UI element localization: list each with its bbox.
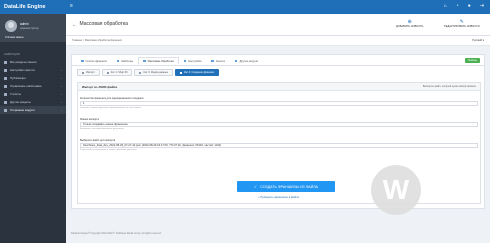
- tab-franchise-list[interactable]: Список франшиз: [76, 57, 112, 65]
- chevron-right-icon: ›: [61, 108, 62, 112]
- sidebar-item-modules[interactable]: Сторонние модули ›: [0, 106, 66, 114]
- batch-size-input[interactable]: 1: [80, 101, 478, 106]
- gear-icon: [183, 59, 187, 63]
- create-franchises-button[interactable]: ✓ СОЗДАТЬ ФРАНШИЗЫ ИЗ ФАЙЛА: [237, 181, 335, 192]
- nav-header: НАВИГАЦИЯ: [4, 53, 20, 56]
- import-file-select[interactable]: franchises_data_dev_2022-08-29_07-27-42.…: [80, 143, 478, 148]
- import-mode-field: Режим импорта Только создавать новые фра…: [80, 118, 478, 130]
- page-header: ← Массовая обработка ⊕ ДОБАВИТЬ НОВОСТЬ ✎ Р…: [66, 14, 490, 36]
- chevron-right-icon: ›: [61, 100, 62, 104]
- grid-icon: [4, 60, 7, 64]
- import-icon: [82, 71, 84, 74]
- sidebar: DataLife Engine admin Администратор Учёт…: [0, 0, 66, 243]
- chart-icon: [211, 59, 214, 63]
- import-file-hint: Файл должен находиться в папке с файлами…: [80, 149, 137, 151]
- template-icon: [4, 84, 7, 88]
- gear-icon: [4, 68, 7, 72]
- brand-logo[interactable]: DataLife Engine: [0, 0, 66, 14]
- home-icon[interactable]: ⌂: [444, 3, 447, 9]
- user-role: Администратор: [20, 27, 39, 30]
- import-file-field: Выберите файл для импорта franchises_dat…: [80, 139, 478, 151]
- puzzle-icon: [4, 108, 7, 112]
- sidebar-item-other[interactable]: Другие разделы ›: [0, 98, 66, 106]
- gears-icon: [143, 59, 146, 63]
- panel-title: Импорт из JSON файла Выберите файл, кото…: [78, 83, 480, 91]
- chevron-right-icon: ›: [61, 76, 62, 80]
- chevron-right-icon: ›: [61, 92, 62, 96]
- tab-analysis[interactable]: Анализ: [206, 57, 230, 65]
- check-icon: ✓: [253, 184, 258, 189]
- template-icon: [116, 59, 120, 63]
- language-select[interactable]: Русский ▾: [472, 39, 484, 42]
- chevron-right-icon: ›: [61, 84, 62, 88]
- import-mode-label: Режим импорта: [80, 118, 99, 121]
- wrench-icon: [4, 92, 7, 96]
- tab-settings[interactable]: Настройки: [179, 57, 207, 65]
- user-box: admin Администратор Учётная запись: [0, 14, 66, 42]
- folder-icon: [4, 100, 7, 104]
- page-title: ← Массовая обработка: [72, 21, 128, 27]
- subtab-import[interactable]: Импорт: [77, 69, 100, 76]
- step-icon: [139, 71, 142, 74]
- sidebar-item-settings[interactable]: Настройки скрипта ›: [0, 66, 66, 74]
- batch-size-label: Количество франшиз для одновременного со…: [80, 97, 144, 100]
- tab-other-modules[interactable]: Другие модули: [230, 57, 263, 65]
- step-icon: [106, 71, 109, 74]
- document-icon: [4, 76, 7, 80]
- sub-tabs: Импорт Кат 1: Shop 30 Кат 3: Медиа данны…: [77, 69, 220, 76]
- puzzle-icon: [234, 59, 238, 63]
- sidebar-item-utilities[interactable]: Утилиты ›: [0, 90, 66, 98]
- import-mode-hint: Выберите, как обрабатывать франшизы: [80, 128, 124, 130]
- sidebar-item-all-sections[interactable]: Все разделы панели: [0, 58, 66, 66]
- sidebar-item-templates[interactable]: Управление шаблонами ›: [0, 82, 66, 90]
- bell-icon[interactable]: ◔: [456, 3, 459, 9]
- main-tabs: Список франшиз Шаблоны Массовая обработк…: [76, 57, 263, 65]
- tab-mass-processing[interactable]: Массовая обработка: [138, 57, 179, 65]
- avatar[interactable]: [5, 20, 17, 32]
- subtab-step-1[interactable]: Кат 1: Shop 30: [101, 69, 133, 76]
- check-franchises-link[interactable]: ⌕ Проверить франшизы в файле: [258, 196, 299, 199]
- import-mode-select[interactable]: Только создавать новые франшизы: [80, 122, 478, 127]
- tab-templates[interactable]: Шаблоны: [112, 57, 138, 65]
- menu-icon[interactable]: ≡: [70, 4, 75, 9]
- batch-size-hint: Укажите, сколько франшиз обрабатывать за…: [80, 107, 142, 109]
- breadcrumb: Главная > Массовая обработка франшиз Рус…: [66, 36, 490, 46]
- back-arrow-icon[interactable]: ←: [72, 22, 77, 27]
- subtab-step-3[interactable]: Кат 3: Медиа данные: [134, 69, 174, 76]
- edit-news-button[interactable]: ✎ РЕДАКТИРОВАТЬ НОВОСТИ: [444, 19, 480, 28]
- subtab-step-4[interactable]: Кат 4: Создание франшиз: [175, 69, 220, 76]
- topbar: ≡ ⌂ ◔ ● ⇥: [66, 0, 490, 14]
- user-name: admin: [20, 22, 29, 26]
- help-button[interactable]: Помощь: [464, 58, 480, 63]
- panel-note: Выберите файл, который нужно импортирова…: [422, 85, 476, 88]
- import-file-label: Выберите файл для импорта: [80, 139, 116, 142]
- list-icon: [81, 59, 84, 63]
- sidebar-item-publications[interactable]: Публикации ›: [0, 74, 66, 82]
- user-icon[interactable]: ●: [468, 3, 471, 9]
- main-card: Список франшиз Шаблоны Массовая обработк…: [71, 54, 485, 209]
- watermark-logo: W: [371, 165, 421, 215]
- topbar-icons: ⌂ ◔ ● ⇥: [444, 3, 484, 9]
- add-news-button[interactable]: ⊕ ДОБАВИТЬ НОВОСТЬ: [396, 19, 423, 28]
- tabs-divider: [72, 65, 484, 66]
- account-link[interactable]: Учётная запись: [5, 36, 24, 39]
- chevron-right-icon: ›: [61, 68, 62, 72]
- logout-icon[interactable]: ⇥: [480, 3, 484, 9]
- step-icon: [180, 71, 183, 74]
- footer: DataLife Engine® Copyright 2004-2022 © S…: [71, 232, 162, 235]
- batch-size-field: Количество франшиз для одновременного со…: [80, 97, 478, 109]
